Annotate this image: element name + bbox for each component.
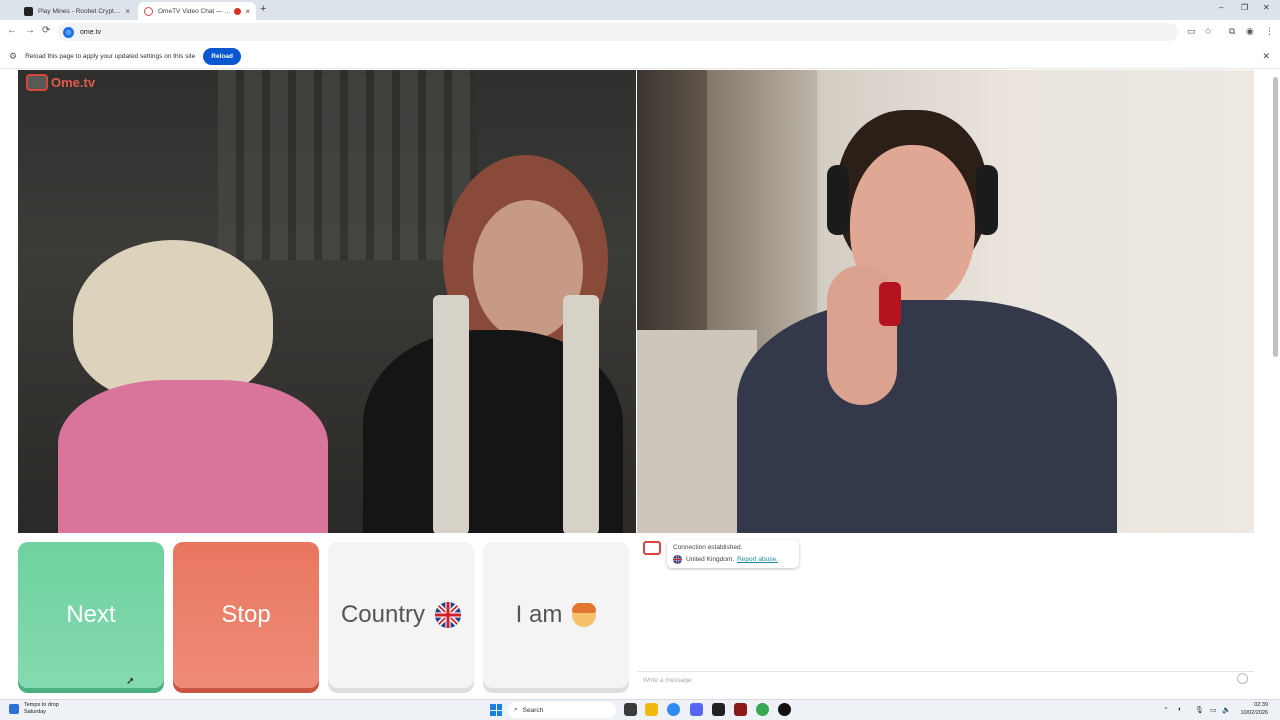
emoji-icon[interactable]: [1237, 673, 1248, 684]
ometv-favicon-icon: [144, 6, 153, 16]
weather-line2: Saturday: [24, 709, 47, 715]
obs-icon[interactable]: [778, 703, 791, 716]
url-text: ome.tv: [80, 28, 102, 36]
tv-logo-icon: [26, 74, 48, 91]
boy-face-icon: [572, 603, 597, 627]
volume-icon[interactable]: 🔈: [1222, 706, 1231, 714]
tab-title: OmeTV Video Chat — Ome: [158, 7, 232, 15]
close-tab-icon[interactable]: ×: [125, 7, 130, 16]
search-label: Search: [522, 706, 544, 714]
extensions-icon[interactable]: ⧉: [1229, 26, 1235, 37]
file-explorer-icon[interactable]: [645, 703, 658, 716]
weather-line1: Temps to drop: [24, 702, 59, 708]
restore-button[interactable]: ❐: [1241, 3, 1248, 12]
system-message: Connection established. United Kingdom. …: [667, 540, 799, 568]
red-object: [879, 282, 901, 326]
connection-status: Connection established.: [673, 544, 743, 551]
minimize-button[interactable]: –: [1219, 3, 1223, 12]
logo-text: Ome.tv: [51, 75, 96, 90]
roobet-favicon-icon: [24, 6, 33, 16]
headphone-right-icon: [976, 165, 998, 235]
windows-start-icon[interactable]: [490, 704, 502, 716]
settings-infobar: ⚙ Reload this page to apply your updated…: [0, 44, 1280, 69]
browser-tab-strip: Play Mines - Roobet Crypto Ca × OmeTV Vi…: [0, 0, 1280, 20]
wall-photos: [218, 70, 478, 260]
reload-icon[interactable]: ⟳: [42, 25, 50, 36]
cast-icon[interactable]: ▭: [1187, 26, 1196, 37]
network-icon[interactable]: ▭: [1210, 706, 1217, 714]
system-clock[interactable]: 02:39 10/02/2026: [1240, 701, 1268, 717]
scarf-left: [433, 295, 469, 533]
weather-widget[interactable]: Temps to drop Saturday: [9, 702, 59, 716]
new-tab-button[interactable]: +: [260, 3, 266, 15]
notion-icon[interactable]: [712, 703, 725, 716]
chat-panel: Connection established. United Kingdom. …: [637, 537, 1254, 688]
clock-time: 02:39: [1254, 702, 1268, 708]
profile-icon[interactable]: ◉: [1246, 26, 1254, 37]
site-info-icon[interactable]: ◎: [63, 26, 74, 38]
next-button[interactable]: Next: [18, 542, 164, 688]
task-view-icon[interactable]: [624, 703, 637, 716]
man-shirt: [737, 300, 1117, 533]
infobar-message: Reload this page to apply your updated s…: [25, 52, 196, 60]
report-abuse-link[interactable]: Report abuse.: [737, 556, 778, 563]
omnibox[interactable]: ◎ ome.tv: [58, 23, 1178, 41]
back-arrow-icon[interactable]: ←: [7, 25, 17, 36]
page-scrollbar[interactable]: [1273, 73, 1278, 693]
tray-app-icon[interactable]: ◐: [1178, 706, 1182, 713]
search-icon: ⌕: [514, 706, 518, 713]
close-tab-icon[interactable]: ×: [245, 7, 250, 16]
country-button[interactable]: Country: [328, 542, 474, 688]
taskbar-search[interactable]: ⌕ Search: [508, 702, 616, 718]
bookmark-star-icon[interactable]: ☆: [1204, 26, 1212, 37]
person-one-top: [58, 380, 328, 533]
ometv-logo: Ome.tv: [26, 74, 95, 91]
address-bar-row: ← → ⟳ ◎ ome.tv ▭ ☆ ⧉ ◉ ⋮: [0, 20, 1280, 44]
reload-button[interactable]: Reload: [203, 47, 241, 65]
weather-icon: [9, 704, 19, 714]
scrollbar-thumb[interactable]: [1273, 77, 1278, 357]
stop-button[interactable]: Stop: [173, 542, 319, 688]
ometv-chat-logo-icon: [643, 541, 661, 555]
uk-flag-icon: [673, 555, 682, 564]
settings-gear-icon: ⚙: [9, 50, 18, 61]
microphone-icon[interactable]: 🎙: [1195, 706, 1204, 714]
close-window-button[interactable]: ✕: [1263, 3, 1270, 12]
recording-indicator-icon: [234, 7, 242, 15]
app-icon[interactable]: [734, 703, 747, 716]
menu-dots-icon[interactable]: ⋮: [1265, 26, 1274, 37]
stop-label: Stop: [221, 601, 271, 628]
tab-roobet[interactable]: Play Mines - Roobet Crypto Ca ×: [18, 2, 136, 20]
headphone-left-icon: [827, 165, 849, 235]
partner-country: United Kingdom.: [686, 556, 735, 563]
tab-ometv[interactable]: OmeTV Video Chat — Ome ×: [138, 2, 256, 20]
stranger-video: Ome.tv: [18, 70, 636, 533]
mouse-cursor-icon: ➚: [126, 676, 135, 687]
chrome-icon[interactable]: [667, 703, 680, 716]
chrome-active-icon[interactable]: [756, 703, 769, 716]
country-label: Country: [340, 601, 426, 628]
i-am-button[interactable]: I am: [483, 542, 629, 688]
tray-chevron-icon[interactable]: ⌃: [1163, 706, 1169, 714]
ometv-page: Ome.tv Next Stop Country I am Connection…: [0, 69, 1280, 699]
discord-icon[interactable]: [690, 703, 703, 716]
windows-taskbar: Temps to drop Saturday ⌕ Search ⌃ ◐ 🎙 ▭ …: [0, 699, 1280, 720]
message-input[interactable]: Write a message: [637, 671, 1254, 688]
i-am-label: I am: [515, 601, 563, 628]
uk-flag-icon: [435, 602, 462, 628]
self-video: [637, 70, 1254, 533]
person-one-hair: [73, 240, 273, 400]
next-label: Next: [66, 601, 116, 628]
clock-date: 10/02/2026: [1240, 710, 1268, 716]
close-infobar-icon[interactable]: ✕: [1262, 51, 1270, 62]
forward-arrow-icon[interactable]: →: [25, 25, 35, 36]
scarf-right: [563, 295, 599, 533]
tab-title: Play Mines - Roobet Crypto Ca: [38, 7, 122, 15]
